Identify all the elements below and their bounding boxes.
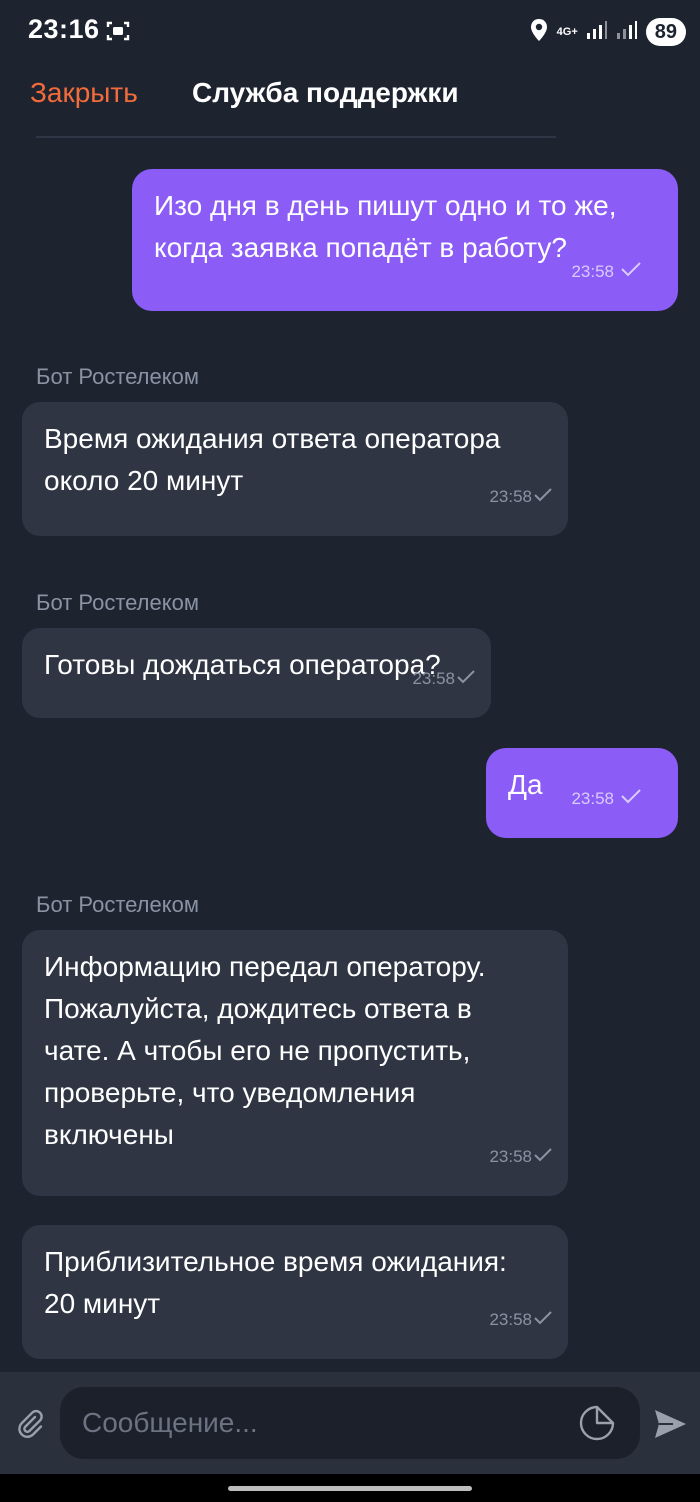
signal-icon [586,20,608,45]
message-input-container [60,1387,640,1459]
chat-header: Закрыть Служба поддержки [0,64,700,138]
incoming-message[interactable]: Приблизительное время ожидания: 20 минут… [22,1225,568,1359]
incoming-message[interactable]: Время ожидания ответа оператора около 20… [22,402,568,536]
check-icon [534,476,552,518]
message-text: Готовы дождаться оператора? [44,649,441,680]
battery-indicator: 89 [645,18,686,46]
signal-icon-2 [616,20,638,45]
incoming-message[interactable]: Готовы дождаться оператора? 23:58 [22,628,491,718]
home-indicator[interactable] [228,1486,472,1491]
message-text: Да [508,769,543,800]
incoming-message[interactable]: Информацию передал оператору. Пожалуйста… [22,930,568,1196]
message-meta: 23:58 [571,251,642,293]
status-bar: 23:16 4G+ 89 [0,0,700,64]
message-meta: 23:58 [489,1299,552,1341]
status-icons: 4G+ 89 [529,14,686,50]
sender-name: Бот Ростелеком [36,892,199,917]
message-time: 23:58 [571,262,614,281]
location-icon [529,18,549,47]
message-time: 23:58 [412,669,455,688]
message-text: Время ожидания ответа оператора около 20… [44,423,501,496]
close-button[interactable]: Закрыть [30,77,138,109]
status-time: 23:16 [28,14,100,44]
message-composer [0,1372,700,1474]
message-input[interactable] [80,1399,564,1447]
check-icon [534,1136,552,1178]
message-text: Приблизительное время ожидания: 20 минут [44,1246,507,1319]
message-time: 23:58 [571,789,614,808]
network-label: 4G+ [556,26,578,38]
check-icon [534,1299,552,1341]
check-icon [620,251,642,293]
screen-record-icon [106,19,130,43]
system-nav-bar [0,1474,700,1502]
message-time: 23:58 [489,1147,532,1166]
message-text: Информацию передал оператору. Пожалуйста… [44,951,486,1150]
message-text: Изо дня в день пишут одно и то же, когда… [154,190,617,263]
sticker-icon[interactable] [578,1404,616,1442]
send-icon[interactable] [652,1406,688,1442]
sender-name: Бот Ростелеком [36,364,199,389]
message-meta: 23:58 [489,1136,552,1178]
header-divider [36,136,556,138]
check-icon [620,778,642,820]
message-meta: 23:58 [489,476,552,518]
outgoing-message[interactable]: Да 23:58 [486,748,678,838]
check-icon [457,658,475,700]
outgoing-message[interactable]: Изо дня в день пишут одно и то же, когда… [132,169,678,311]
sender-name: Бот Ростелеком [36,590,199,615]
message-time: 23:58 [489,1310,532,1329]
message-meta: 23:58 [571,778,642,820]
page-title: Служба поддержки [192,77,459,108]
message-meta: 23:58 [412,658,475,700]
paperclip-icon[interactable] [14,1408,46,1440]
message-time: 23:58 [489,487,532,506]
